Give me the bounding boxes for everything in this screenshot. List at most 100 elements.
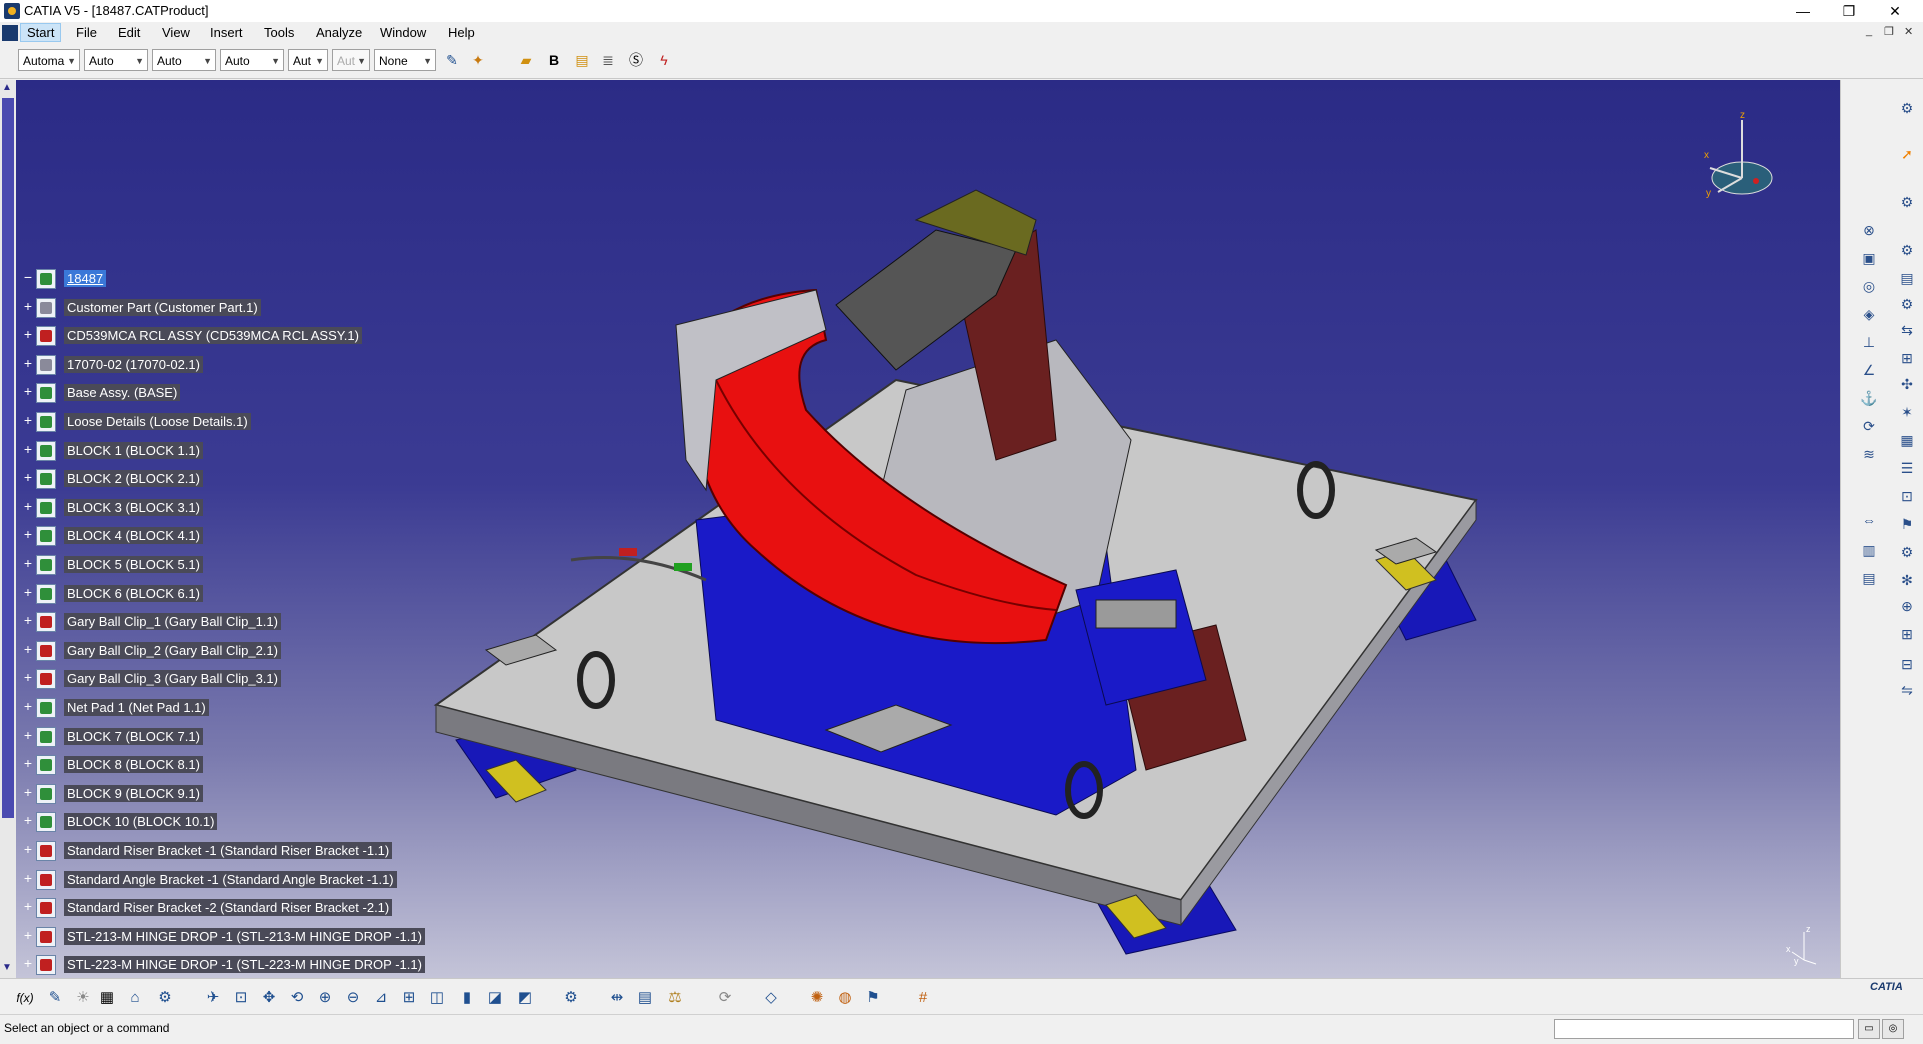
point-symbol-combo[interactable]: Aut ▼ [288,49,328,71]
tree-node-label[interactable]: STL-213-M HINGE DROP -1 (STL-213-M HINGE… [64,928,425,945]
menu-file[interactable]: File [70,25,103,40]
expand-icon[interactable]: + [22,299,34,313]
expand-icon[interactable]: + [22,327,34,341]
tree-node-label[interactable]: BLOCK 5 (BLOCK 5.1) [64,556,203,573]
expand-icon[interactable]: + [22,899,34,913]
format-painter-icon[interactable]: ✎ [442,50,462,70]
table-icon[interactable]: ▦ [96,987,118,1009]
swap-space-icon[interactable]: ◩ [514,987,536,1009]
graph-tree-icon[interactable]: ⊞ [1897,348,1917,368]
power-input-field[interactable] [1554,1019,1854,1039]
properties-icon[interactable]: ≣ [598,50,618,70]
replace-icon[interactable]: ⇆ [1897,320,1917,340]
isometric-view-icon[interactable]: ◫ [426,987,448,1009]
pattern-icon[interactable]: ✻ [1897,570,1917,590]
offset-icon[interactable]: ⊥ [1859,332,1879,352]
compass-widget[interactable]: x y z [1674,106,1794,226]
transparency-combo[interactable]: Auto ▼ [84,49,148,71]
shading-icon[interactable]: ▮ [456,987,478,1009]
tree-node-label[interactable]: BLOCK 7 (BLOCK 7.1) [64,728,203,745]
manipulate-icon[interactable]: ✣ [1897,374,1917,394]
bold-icon[interactable]: B [544,50,564,70]
tree-node-label[interactable]: STL-223-M HINGE DROP -1 (STL-223-M HINGE… [64,956,425,973]
knowledge-advisor-icon[interactable]: ✎ [44,987,66,1009]
expand-icon[interactable]: + [22,699,34,713]
expand-icon[interactable]: + [22,613,34,627]
multi-instantiation-icon[interactable]: ⊞ [1897,624,1917,644]
hide-show-icon[interactable]: ◪ [484,987,506,1009]
measure-item-icon[interactable]: ▤ [634,987,656,1009]
tree-node-label[interactable]: BLOCK 9 (BLOCK 9.1) [64,785,203,802]
constraint-icon[interactable]: ⊗ [1859,220,1879,240]
settings-gear-icon[interactable]: ⚙ [1897,98,1917,118]
expand-icon[interactable]: + [22,442,34,456]
tree-scrollbar[interactable]: ▲ ▼ [0,80,16,978]
mdi-minimize-button[interactable]: _ [1866,25,1872,37]
angle-icon[interactable]: ∠ [1859,360,1879,380]
annotation-icon[interactable]: ⚑ [1897,514,1917,534]
render-icon[interactable]: ✺ [806,987,828,1009]
brush-icon[interactable]: ✦ [468,50,488,70]
tree-node-label[interactable]: Gary Ball Clip_1 (Gary Ball Clip_1.1) [64,613,281,630]
publication-icon[interactable]: ⚙ [1897,542,1917,562]
lightbulb-icon[interactable]: ☀ [72,987,94,1009]
line-thickness-combo[interactable]: Auto ▼ [152,49,216,71]
minimize-button[interactable]: — [1780,0,1826,22]
zoom-out-icon[interactable]: ⊖ [342,987,364,1009]
tree-node-label[interactable]: BLOCK 2 (BLOCK 2.1) [64,470,203,487]
reuse-pattern-icon[interactable]: ⊕ [1897,596,1917,616]
insert-part-icon[interactable]: ▤ [1897,268,1917,288]
normal-view-icon[interactable]: ⊿ [370,987,392,1009]
refresh-icon[interactable]: ⟳ [714,987,736,1009]
collapse-icon[interactable]: − [22,270,34,284]
measure-inertia-icon[interactable]: ⚖ [664,987,686,1009]
snap-icon[interactable]: Ⓢ [626,50,646,70]
expand-icon[interactable]: + [22,756,34,770]
tree-node-label[interactable]: Gary Ball Clip_3 (Gary Ball Clip_3.1) [64,670,281,687]
clash-icon[interactable]: ▦ [1897,430,1917,450]
scroll-up-icon[interactable]: ▲ [2,82,12,93]
tree-root-label[interactable]: 18487 [64,270,107,287]
tree-node-label[interactable]: Net Pad 1 (Net Pad 1.1) [64,699,209,716]
menu-start[interactable]: Start [20,23,62,42]
explode-icon[interactable]: ✶ [1897,402,1917,422]
tree-node-label[interactable]: Gary Ball Clip_2 (Gary Ball Clip_2.1) [64,642,281,659]
tree-node-label[interactable]: Standard Riser Bracket -1 (Standard Rise… [64,842,393,859]
expand-icon[interactable]: + [22,956,34,970]
zoom-in-icon[interactable]: ⊕ [314,987,336,1009]
close-button[interactable]: ✕ [1872,0,1918,22]
flexible-icon[interactable]: ≋ [1859,444,1879,464]
power-input-button[interactable]: ▭ [1858,1019,1880,1039]
tree-node-label[interactable]: Standard Angle Bracket -1 (Standard Angl… [64,871,397,888]
material-icon[interactable]: ◍ [834,987,856,1009]
grid-icon[interactable]: # [912,987,934,1009]
expand-icon[interactable]: + [22,585,34,599]
tree-node-label[interactable]: BLOCK 1 (BLOCK 1.1) [64,442,203,459]
tree-node-label[interactable]: Base Assy. (BASE) [64,384,181,401]
pan-icon[interactable]: ✥ [258,987,280,1009]
tree-node-label[interactable]: Loose Details (Loose Details.1) [64,413,251,430]
product-structure-icon[interactable]: ⚙ [1897,192,1917,212]
tree-node-label[interactable]: CD539MCA RCL ASSY (CD539MCA RCL ASSY.1) [64,327,362,344]
fix-icon[interactable]: ⚓ [1859,388,1879,408]
macro-icon[interactable]: ⚙ [154,987,176,1009]
expand-icon[interactable]: + [22,785,34,799]
symmetry-icon[interactable]: ⇋ [1897,680,1917,700]
open-folder-icon[interactable]: ▰ [516,50,536,70]
bill-of-material-icon[interactable]: ☰ [1897,458,1917,478]
update-icon-right[interactable]: ⟳ [1859,416,1879,436]
expand-icon[interactable]: + [22,499,34,513]
tree-node-label[interactable]: BLOCK 6 (BLOCK 6.1) [64,585,203,602]
expand-icon[interactable]: + [22,470,34,484]
tree-node-label[interactable]: Standard Riser Bracket -2 (Standard Rise… [64,899,393,916]
expand-icon[interactable]: + [22,813,34,827]
rotate-icon[interactable]: ⟲ [286,987,308,1009]
eraser-icon[interactable]: ◇ [760,987,782,1009]
split-icon[interactable]: ⊟ [1897,654,1917,674]
expand-icon[interactable]: + [22,670,34,684]
expand-icon[interactable]: + [22,728,34,742]
restore-button[interactable]: ❐ [1826,0,1872,22]
scrollbar-thumb[interactable] [2,98,14,818]
color-combo[interactable]: Automa ▼ [18,49,80,71]
multi-view-icon[interactable]: ⊞ [398,987,420,1009]
